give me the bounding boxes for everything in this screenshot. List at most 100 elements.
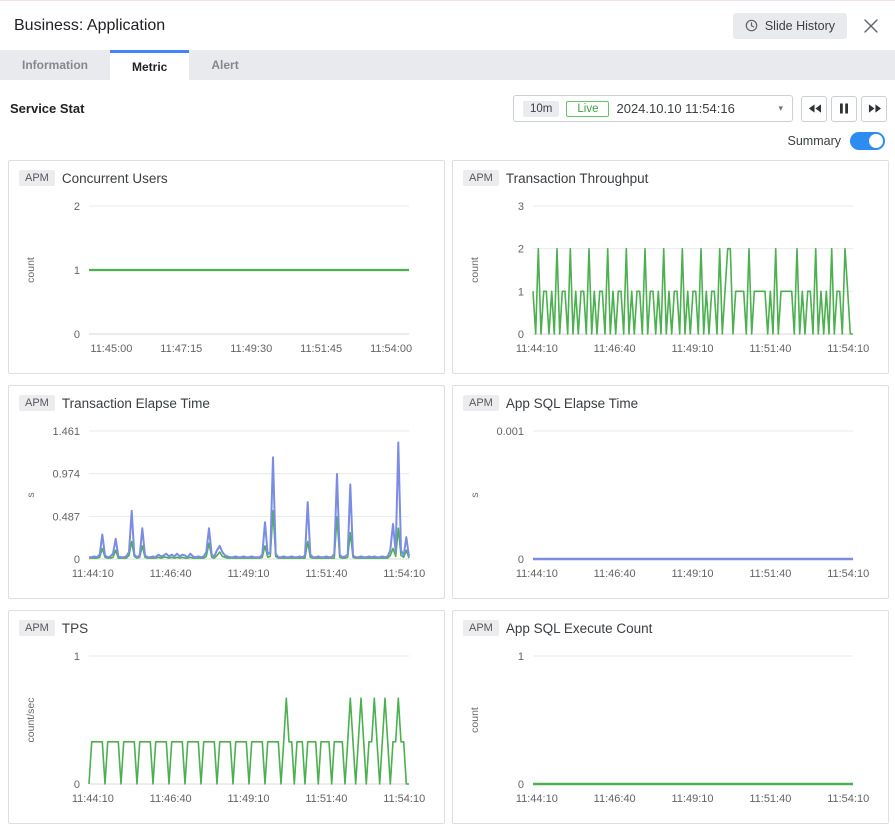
chart-header: APM Transaction Throughput [463,170,880,186]
svg-text:1: 1 [518,651,524,663]
chart-plot: 01211:45:0011:47:1511:49:3011:51:4511:54… [17,186,436,362]
apm-badge: APM [463,395,499,411]
svg-text:11:46:40: 11:46:40 [594,568,636,580]
tab-metric[interactable]: Metric [110,50,189,80]
svg-text:11:45:00: 11:45:00 [90,343,132,355]
clock-icon [745,19,758,32]
chart-plot: 0 0.001 11:44:10 11:46:40 11:49:10 11:51:40 11… [461,411,880,587]
dialog-header: Business: Application Slide History [0,1,895,50]
svg-text:11:49:10: 11:49:10 [672,568,714,580]
svg-text:11:54:10: 11:54:10 [827,343,869,355]
chart-plot: 0 1 11:44:10 11:46:40 11:49:10 11:51:40 11:54:… [461,636,880,812]
svg-text:0: 0 [74,554,80,566]
svg-text:11:44:10: 11:44:10 [72,568,114,580]
chart-panel: APM App SQL Execute Count 0 1 11:44:10 11:4… [452,610,889,824]
chart-header: APM TPS [19,620,436,636]
chart-panel: APM Concurrent Users 0 1 2 11:45:00 11:47:15… [8,160,445,374]
summary-toggle[interactable] [850,132,885,150]
chart-header: APM Concurrent Users [19,170,436,186]
summary-label: Summary [788,134,841,148]
chart-grid: APM Concurrent Users 0 1 2 11:45:00 11:47:15… [8,160,889,824]
toggle-knob [869,134,883,148]
svg-text:11:49:10: 11:49:10 [228,568,270,580]
tab-bar: Information Metric Alert [0,50,895,80]
svg-text:count: count [469,257,481,283]
tab-alert[interactable]: Alert [189,50,260,80]
chevron-down-icon: ▾ [778,103,783,114]
fast-forward-icon [868,103,881,114]
apm-badge: APM [463,170,499,186]
chart-header: APM Transaction Elapse Time [19,395,436,411]
svg-text:11:51:40: 11:51:40 [749,343,791,355]
close-icon[interactable] [863,18,879,34]
svg-text:0: 0 [74,329,80,341]
svg-text:11:54:10: 11:54:10 [827,793,869,805]
svg-text:2: 2 [74,201,80,213]
chart-header: APM App SQL Execute Count [463,620,880,636]
svg-text:11:46:40: 11:46:40 [150,793,192,805]
svg-text:11:49:10: 11:49:10 [672,343,714,355]
rewind-button[interactable] [801,96,827,122]
svg-text:11:46:40: 11:46:40 [594,793,636,805]
svg-text:11:51:45: 11:51:45 [300,343,342,355]
svg-text:11:49:10: 11:49:10 [672,793,714,805]
datetime-value: 2024.10.10 11:54:16 [616,101,765,116]
svg-text:11:49:10: 11:49:10 [228,793,270,805]
chart-title: Transaction Elapse Time [62,396,210,411]
svg-text:11:44:10: 11:44:10 [516,343,558,355]
svg-text:11:51:40: 11:51:40 [749,793,791,805]
svg-text:1.461: 1.461 [52,426,80,438]
svg-text:11:54:10: 11:54:10 [827,568,869,580]
chart-title: Transaction Throughput [506,171,649,186]
svg-text:s: s [25,492,37,497]
chart-panel: APM App SQL Elapse Time 0 0.001 11:44:10 11… [452,385,889,599]
svg-text:0: 0 [518,779,524,791]
slide-history-label: Slide History [765,19,835,33]
svg-text:1: 1 [74,265,80,277]
svg-text:11:44:10: 11:44:10 [516,568,558,580]
svg-text:11:46:40: 11:46:40 [594,343,636,355]
svg-text:1: 1 [74,651,80,663]
svg-text:11:46:40: 11:46:40 [150,568,192,580]
chart-header: APM App SQL Elapse Time [463,395,880,411]
svg-text:11:54:10: 11:54:10 [383,568,425,580]
svg-text:11:54:10: 11:54:10 [383,793,425,805]
time-range-dropdown[interactable]: 10m Live 2024.10.10 11:54:16 ▾ [513,95,793,122]
svg-text:11:44:10: 11:44:10 [516,793,558,805]
apm-badge: APM [463,620,499,636]
section-title: Service Stat [10,101,84,116]
summary-row: Summary [0,122,895,156]
fast-forward-button[interactable] [861,96,887,122]
rewind-icon [808,103,821,114]
svg-text:11:49:30: 11:49:30 [230,343,272,355]
svg-text:0.974: 0.974 [52,469,80,481]
page-title: Business: Application [14,17,165,35]
svg-text:1: 1 [518,286,524,298]
tab-information[interactable]: Information [0,50,110,80]
svg-text:0: 0 [518,329,524,341]
svg-text:0.001: 0.001 [496,426,524,438]
apm-badge: APM [19,170,55,186]
chart-plot: 0 1 2 3 11:44:10 11:46:40 11:49:10 11:51:40 11:5… [461,186,880,362]
chart-panel: APM Transaction Elapse Time 0 0.487 0.974 1… [8,385,445,599]
svg-text:s: s [469,492,481,497]
chart-plot: 0 0.487 0.974 1.461 11:44:10 11:46:40 11:49:10… [17,411,436,587]
pause-icon [839,103,849,114]
svg-text:3: 3 [518,201,524,213]
svg-text:count/sec: count/sec [25,698,37,743]
svg-text:count: count [469,707,481,733]
slide-history-button[interactable]: Slide History [733,13,847,39]
apm-badge: APM [19,620,55,636]
svg-text:11:47:15: 11:47:15 [160,343,202,355]
svg-text:11:51:40: 11:51:40 [305,793,347,805]
svg-text:11:51:40: 11:51:40 [749,568,791,580]
chart-panel: APM Transaction Throughput 0 1 2 3 11:44:10 1… [452,160,889,374]
chart-title: App SQL Execute Count [506,621,653,636]
svg-text:0.487: 0.487 [52,511,80,523]
svg-text:2: 2 [518,244,524,256]
svg-text:11:44:10: 11:44:10 [72,793,114,805]
live-badge[interactable]: Live [566,101,609,117]
svg-text:0: 0 [518,554,524,566]
pause-button[interactable] [831,96,857,122]
range-badge[interactable]: 10m [523,101,559,117]
